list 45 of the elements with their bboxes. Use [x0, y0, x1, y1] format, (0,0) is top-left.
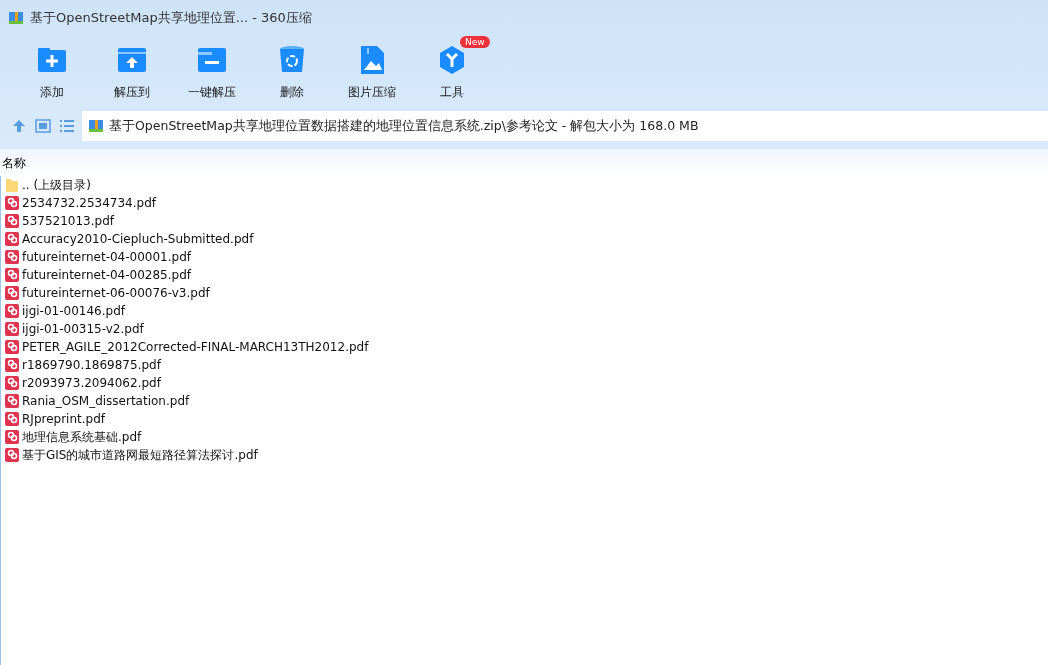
- pdf-icon: [4, 357, 20, 373]
- file-name[interactable]: 537521013.pdf: [22, 214, 114, 228]
- file-name[interactable]: 基于GIS的城市道路网最短路径算法探讨.pdf: [22, 446, 258, 464]
- toolbar-button[interactable]: 删除: [252, 36, 332, 101]
- toolbar-button[interactable]: 一键解压: [172, 36, 252, 101]
- pdf-icon: [4, 411, 20, 427]
- pdf-icon: [4, 285, 20, 301]
- pdf-icon: [4, 375, 20, 391]
- file-name[interactable]: 地理信息系统基础.pdf: [22, 428, 142, 446]
- pdf-icon: [4, 321, 20, 337]
- pdf-icon: [4, 195, 20, 211]
- pdf-icon: [4, 303, 20, 319]
- archive-icon: [88, 118, 104, 134]
- file-name[interactable]: r2093973.2094062.pdf: [22, 376, 161, 390]
- file-name[interactable]: .. (上级目录): [22, 176, 91, 194]
- window-title: 基于OpenStreetMap共享地理位置... - 360压缩: [30, 9, 312, 27]
- file-name[interactable]: Accuracy2010-Ciepluch-Submitted.pdf: [22, 232, 254, 246]
- list-view-icon[interactable]: [58, 117, 76, 135]
- file-name[interactable]: ijgi-01-00146.pdf: [22, 304, 125, 318]
- file-name[interactable]: ijgi-01-00315-v2.pdf: [22, 322, 144, 336]
- pdf-icon: [4, 393, 20, 409]
- pdf-icon: [4, 267, 20, 283]
- pdf-icon: [4, 249, 20, 265]
- file-name[interactable]: r1869790.1869875.pdf: [22, 358, 161, 372]
- archive-path: 基于OpenStreetMap共享地理位置数据搭建的地理位置信息系统.zip\参考论文 - 解包大小为 168.0 MB: [109, 117, 699, 135]
- toolbar-button[interactable]: 添加: [12, 36, 92, 101]
- archive-icon: [8, 10, 24, 26]
- pdf-icon: [4, 213, 20, 229]
- toolbar-button[interactable]: 图片压缩: [332, 36, 412, 101]
- pdf-icon: [4, 231, 20, 247]
- new-badge: New: [460, 36, 490, 48]
- file-name[interactable]: 2534732.2534734.pdf: [22, 196, 156, 210]
- file-name[interactable]: RJpreprint.pdf: [22, 412, 105, 426]
- file-name[interactable]: futureinternet-04-00285.pdf: [22, 268, 191, 282]
- file-name[interactable]: futureinternet-06-00076-v3.pdf: [22, 286, 210, 300]
- address-field[interactable]: 基于OpenStreetMap共享地理位置数据搭建的地理位置信息系统.zip\参考论文 - 解包大小为 168.0 MB: [82, 111, 1048, 141]
- toolbar-button[interactable]: 解压到: [92, 36, 172, 101]
- file-name[interactable]: futureinternet-04-00001.pdf: [22, 250, 191, 264]
- file-name[interactable]: Rania_OSM_dissertation.pdf: [22, 394, 190, 408]
- pdf-icon: [4, 339, 20, 355]
- toolbar-button[interactable]: 工具 New: [412, 36, 492, 101]
- pdf-icon: [4, 447, 20, 463]
- pdf-icon: [4, 429, 20, 445]
- file-name[interactable]: PETER_AGILE_2012Corrected-FINAL-MARCH13TH2012.pdf: [22, 340, 369, 354]
- thumbnail-view-icon[interactable]: [34, 117, 52, 135]
